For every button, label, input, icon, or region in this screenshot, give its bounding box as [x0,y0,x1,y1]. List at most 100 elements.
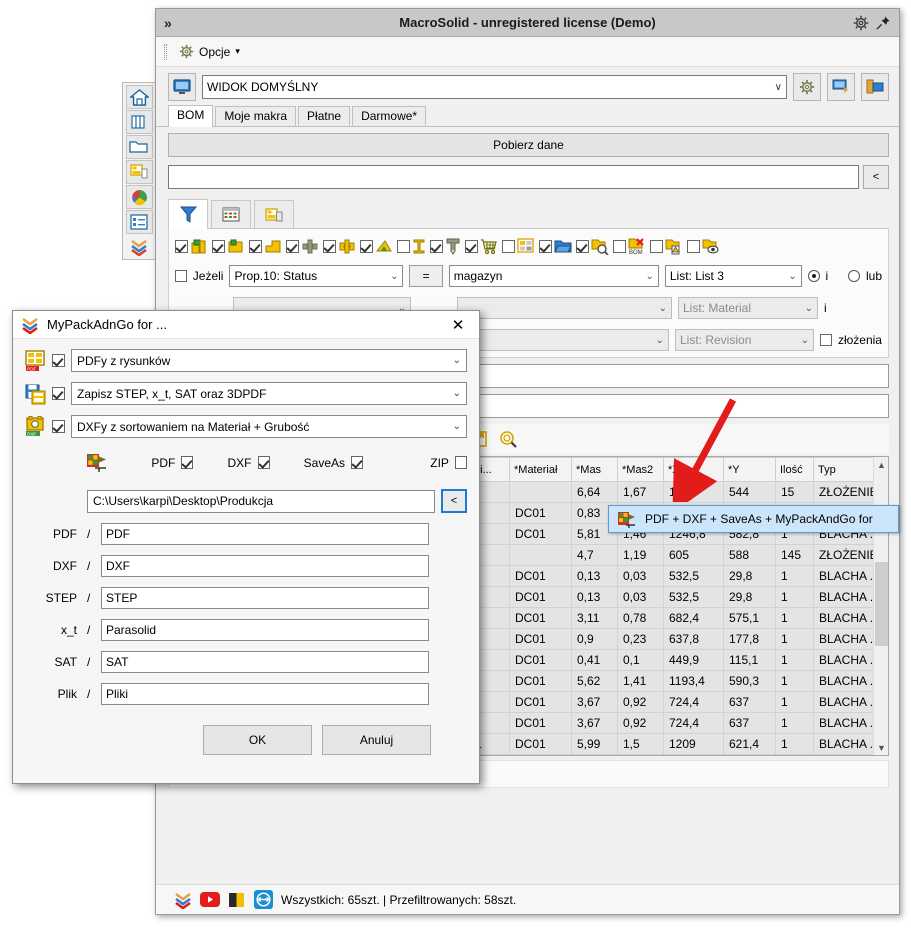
checkbox[interactable] [613,239,626,253]
assemblies-checkbox[interactable] [820,334,832,346]
tab-assembly-filter[interactable] [254,200,294,228]
filter-beam[interactable] [397,238,426,255]
sidebar-item-macrosolid[interactable] [126,235,153,259]
and-radio[interactable] [807,270,820,282]
filter-weldment-yellow[interactable] [323,238,356,255]
ok-button[interactable]: OK [203,725,312,755]
teamviewer-icon[interactable] [254,890,273,909]
checkbox[interactable] [430,239,443,253]
filter-sheet-bend[interactable] [249,238,282,255]
or-radio[interactable] [848,270,860,282]
th-qty[interactable]: Ilość [775,457,814,482]
output-path-browse-button[interactable]: < [441,489,467,513]
checkbox[interactable] [249,239,262,253]
checkbox[interactable] [397,239,410,253]
value-select-2[interactable]: ⌄ [457,297,672,319]
checkbox[interactable] [502,239,515,253]
checkbox[interactable] [212,239,225,253]
filter-zoom-part[interactable] [576,238,609,256]
list-select-2[interactable]: List: Material ⌄ [678,297,818,319]
sidebar-item-globe[interactable] [125,185,153,210]
search-magnifier-button[interactable] [495,426,521,452]
dxf-enable-checkbox[interactable] [52,420,65,433]
th-y[interactable]: *Y [723,457,776,482]
pin-icon[interactable] [875,15,891,31]
subfolder-xt-input[interactable]: Parasolid [101,619,429,641]
save3d-enable-checkbox[interactable] [52,387,65,400]
chevrons-down-icon[interactable] [174,891,192,910]
tab-moje-makra[interactable]: Moje makra [215,106,297,126]
format-dxf-checkbox[interactable] [257,456,270,469]
subfolder-plik-input[interactable]: Pliki [101,683,429,705]
th-mass[interactable]: *Mas [571,457,618,482]
checkbox[interactable] [175,239,188,253]
book-icon[interactable] [228,892,246,908]
export-view-button[interactable] [861,73,889,101]
scroll-thumb[interactable] [875,562,888,646]
gear-icon[interactable] [853,15,869,31]
scroll-up-arrow[interactable]: ▲ [874,457,888,472]
checkbox[interactable] [539,239,552,253]
filter-hidden-eye[interactable] [687,238,720,255]
tab-darmowe[interactable]: Darmowe* [352,106,427,126]
property-select-1[interactable]: Prop.10: Status ⌄ [229,265,404,287]
filter-weldment[interactable] [286,238,319,255]
view-settings-button[interactable] [793,73,821,101]
format-saveas-checkbox[interactable] [351,456,364,469]
checkbox[interactable] [323,239,336,253]
filter-cart[interactable] [465,238,498,255]
close-icon[interactable]: ✕ [441,312,475,338]
format-pdf-checkbox[interactable] [181,456,194,469]
checkbox[interactable] [687,239,700,253]
filter-folder-open[interactable] [539,238,572,254]
youtube-icon[interactable] [200,892,220,907]
filter-angle-profile[interactable] [360,238,393,255]
menu-item-options[interactable]: Opcje ▾ [173,42,246,61]
fetch-data-button[interactable]: Pobierz dane [168,133,889,157]
pdf-enable-checkbox[interactable] [52,354,65,367]
checkbox[interactable] [576,239,589,253]
tab-filter[interactable] [168,199,208,229]
subfolder-pdf-input[interactable]: PDF [101,523,429,545]
filter-parts-green[interactable] [175,238,208,255]
monitor-icon-button[interactable] [168,73,196,101]
value-select-3[interactable]: ⌄ [455,329,669,351]
checkbox[interactable] [286,239,299,253]
subfolder-step-input[interactable]: STEP [101,587,429,609]
checkbox[interactable] [360,239,373,253]
sidebar-item-assembly[interactable] [125,160,153,185]
th-mass2[interactable]: *Mas2 [617,457,664,482]
list-select-3[interactable]: List: Revision ⌄ [675,329,815,351]
format-zip-checkbox[interactable] [454,456,468,469]
tab-table-grid[interactable] [211,200,251,228]
expand-chevrons-right-icon[interactable]: » [156,15,180,31]
value-select-1[interactable]: magazyn ⌄ [448,265,659,287]
sidebar-item-folder[interactable] [125,135,153,160]
sidebar-item-library[interactable] [125,110,153,135]
scroll-down-arrow[interactable]: ▼ [874,740,888,755]
tab-bom[interactable]: BOM [168,105,214,127]
output-path-input[interactable]: C:\Users\karpi\Desktop\Produkcja [87,489,435,513]
filter-part-green[interactable] [212,238,245,255]
chevron-down-icon[interactable]: ▾ [235,46,240,57]
view-combobox[interactable]: WIDOK DOMYŚLNY ∨ [202,75,787,99]
search-back-button[interactable]: < [863,165,889,189]
if-checkbox[interactable] [175,270,187,282]
th-x[interactable]: *X [663,457,724,482]
sidebar-item-home[interactable] [125,85,153,110]
checkbox[interactable] [650,239,663,253]
import-view-button[interactable] [827,73,855,101]
sidebar-item-list[interactable] [125,210,153,235]
search-input[interactable] [168,165,859,189]
filter-assembly[interactable] [502,238,535,254]
checkbox[interactable] [465,239,478,253]
tab-platne[interactable]: Płatne [298,106,351,126]
table-vertical-scrollbar[interactable]: ▲ ▼ [873,457,888,755]
filter-screw[interactable] [430,237,461,255]
dxf-mode-combobox[interactable]: DXFy z sortowaniem na Materiał + Grubość… [71,415,467,438]
filter-warning-part[interactable] [650,238,683,255]
list-select-1[interactable]: List: List 3 ⌄ [664,265,802,287]
subfolder-sat-input[interactable]: SAT [101,651,429,673]
filter-bom-exclude[interactable]: BOM [613,237,646,256]
th-material[interactable]: *Materiał [509,457,572,482]
